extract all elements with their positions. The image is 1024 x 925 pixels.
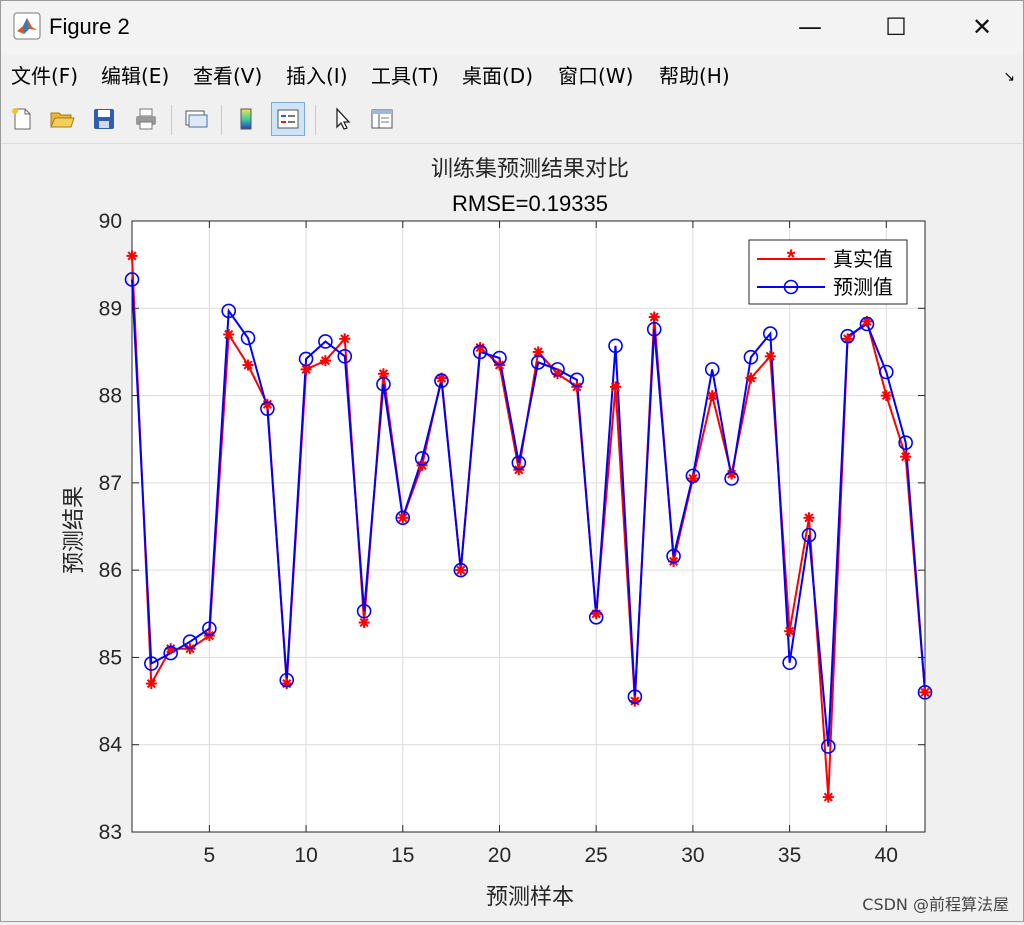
close-icon: ✕ [971, 13, 993, 41]
maximize-icon: ☐ [885, 13, 907, 41]
data-point [803, 512, 815, 524]
menu-view[interactable]: 查看(V) [193, 63, 262, 89]
maximize-button[interactable]: ☐ [873, 7, 919, 47]
open-button[interactable] [45, 102, 79, 136]
toolbar-separator [171, 105, 172, 135]
y-tick-label: 85 [99, 646, 122, 669]
link-figure-icon [185, 110, 208, 128]
x-axis-label: 预测样本 [486, 884, 574, 909]
menu-tools[interactable]: 工具(T) [371, 63, 439, 89]
y-axis-label: 预测结果 [61, 486, 86, 574]
data-point [397, 512, 409, 524]
link-figure-button[interactable] [179, 102, 213, 136]
menu-window[interactable]: 窗口(W) [558, 63, 633, 89]
data-point [455, 564, 467, 576]
minimize-button[interactable]: — [787, 7, 833, 47]
legend[interactable]: * 真实值 预测值 [748, 239, 908, 305]
menu-edit[interactable]: 编辑(E) [101, 63, 169, 89]
menu-insert[interactable]: 插入(I) [286, 63, 348, 89]
x-tick-label: 20 [488, 844, 511, 867]
toolbar-separator [221, 105, 222, 135]
y-tick-label: 83 [99, 821, 122, 844]
figure-window: Figure 2 — ☐ ✕ 文件(F) 编辑(E) 查看(V) 插入(I) 工… [0, 0, 1024, 922]
save-icon [94, 109, 114, 129]
y-tick-label: 86 [99, 559, 122, 582]
asterisk-marker-icon: * [787, 245, 796, 270]
y-tick-label: 87 [99, 472, 122, 495]
figure-canvas: 训练集预测结果对比 RMSE=0.19335 5 10 15 20 25 30 35 40 83… [1, 144, 1023, 921]
menu-file[interactable]: 文件(F) [11, 63, 78, 89]
new-file-button[interactable] [5, 102, 39, 136]
data-point [358, 617, 370, 629]
line-chart: 训练集预测结果对比 RMSE=0.19335 5 10 15 20 25 30 35 40 83… [61, 156, 933, 909]
print-icon [136, 108, 156, 130]
x-tick-label: 25 [585, 844, 608, 867]
x-tick-label: 30 [681, 844, 704, 867]
plot-area [132, 221, 925, 832]
property-inspector-icon [371, 109, 393, 129]
data-point [822, 791, 834, 803]
menu-help[interactable]: 帮助(H) [659, 63, 730, 89]
x-tick-label: 15 [391, 844, 414, 867]
legend-button[interactable] [271, 102, 305, 136]
x-tick-label: 35 [778, 844, 801, 867]
save-button[interactable] [87, 102, 121, 136]
menu-desktop[interactable]: 桌面(D) [462, 63, 533, 89]
y-tick-label: 88 [99, 385, 122, 408]
new-file-icon [12, 108, 31, 130]
data-point [919, 686, 931, 698]
y-tick-label: 90 [99, 210, 122, 233]
pointer-button[interactable] [325, 102, 359, 136]
toolbar [1, 97, 1023, 144]
chart-subtitle: RMSE=0.19335 [452, 191, 608, 216]
toolbar-separator [315, 105, 316, 135]
y-tick-label: 84 [99, 734, 123, 757]
print-button[interactable] [129, 102, 163, 136]
y-tick-label: 89 [99, 297, 122, 320]
legend-label-true: 真实值 [833, 248, 893, 271]
watermark: CSDN @前程算法屋 [862, 895, 1009, 914]
legend-icon [277, 109, 299, 129]
x-tick-label: 5 [204, 844, 216, 867]
property-inspector-button[interactable] [365, 102, 399, 136]
data-point [784, 625, 796, 637]
legend-label-pred: 预测值 [833, 276, 893, 299]
matlab-logo-icon [13, 12, 41, 40]
open-folder-icon [50, 112, 75, 128]
chart-title: 训练集预测结果对比 [431, 156, 629, 181]
window-title: Figure 2 [49, 14, 130, 39]
colorbar-button[interactable] [229, 102, 263, 136]
close-button[interactable]: ✕ [959, 7, 1005, 47]
x-tick-label: 40 [875, 844, 898, 867]
minimize-icon: — [798, 13, 822, 41]
x-tick-label: 10 [294, 844, 317, 867]
menu-bar: 文件(F) 编辑(E) 查看(V) 插入(I) 工具(T) 桌面(D) 窗口(W… [1, 57, 1023, 95]
title-bar[interactable]: Figure 2 — ☐ ✕ [1, 1, 1023, 55]
chevron-arrow-icon[interactable]: ↘ [1003, 69, 1015, 85]
data-point [590, 608, 602, 620]
colorbar-icon [240, 108, 252, 130]
pointer-icon [336, 107, 351, 130]
